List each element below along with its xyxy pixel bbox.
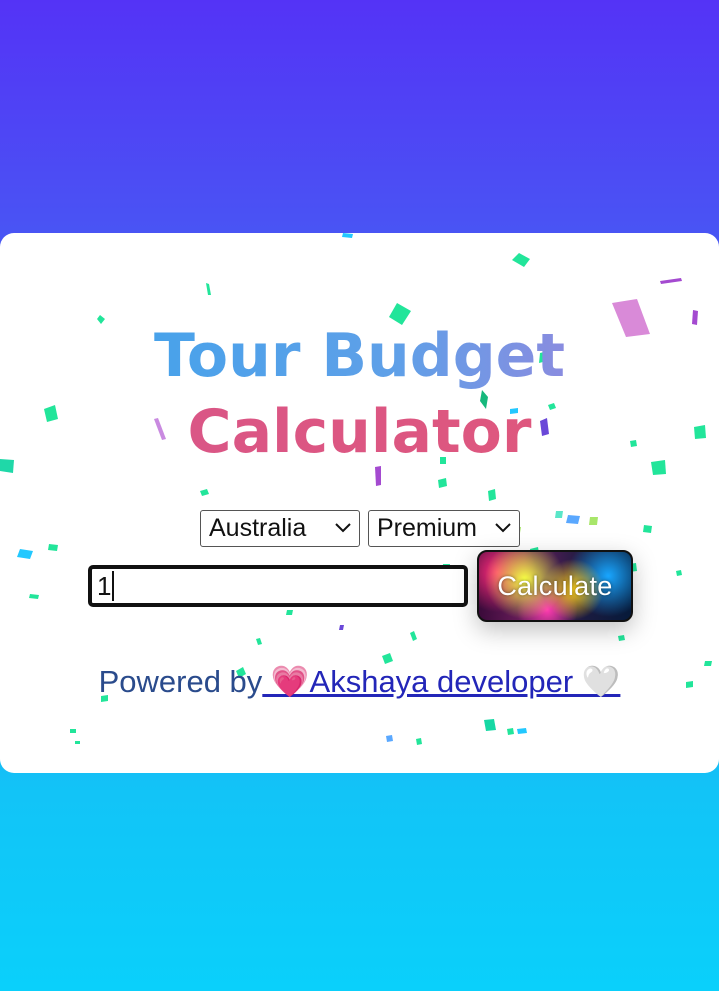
travelers-input[interactable]: 1 [88, 565, 468, 607]
powered-by-label: Powered by [98, 664, 263, 699]
country-select[interactable]: Australia [200, 510, 360, 547]
country-select-value: Australia [209, 514, 307, 542]
text-caret [112, 571, 115, 601]
developer-link[interactable]: 💗Akshaya developer 🤍 [262, 664, 620, 699]
plan-select-value: Premium [377, 514, 478, 542]
title-line-2: Calculator [0, 394, 719, 470]
chevron-down-icon [335, 523, 351, 533]
page-title: Tour Budget Calculator [0, 318, 719, 470]
powered-by-footer: Powered by 💗Akshaya developer 🤍 [0, 663, 719, 700]
title-line-1: Tour Budget [0, 318, 719, 394]
plan-select[interactable]: Premium [368, 510, 520, 547]
calculator-card: Tour Budget Calculator Australia Premium… [0, 233, 719, 773]
travelers-input-value: 1 [97, 570, 112, 601]
chevron-down-icon [495, 523, 511, 533]
calculate-button-label: Calculate [497, 570, 613, 601]
calculate-button[interactable]: Calculate [477, 550, 633, 622]
